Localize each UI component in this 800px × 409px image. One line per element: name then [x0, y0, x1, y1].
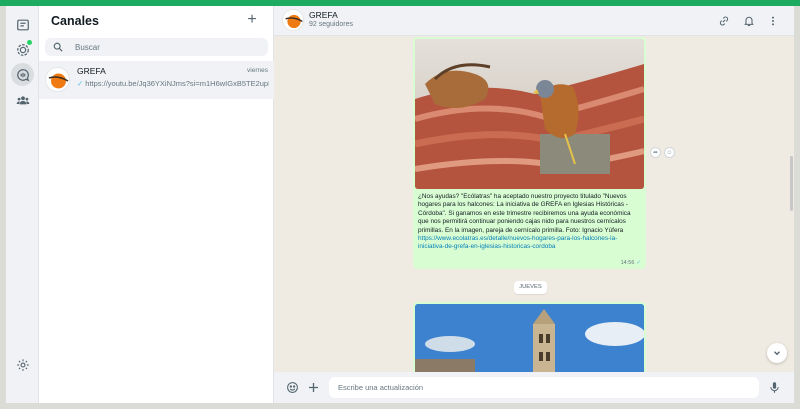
- compose-input[interactable]: [329, 377, 759, 398]
- channels-panel: Canales + GREFA viernes ✓https://youtu.b…: [39, 6, 274, 403]
- channel-post[interactable]: [413, 302, 646, 372]
- bell-icon[interactable]: [741, 13, 756, 28]
- plus-icon: +: [247, 11, 257, 28]
- status-icon[interactable]: [11, 38, 34, 61]
- post-image[interactable]: [415, 304, 644, 372]
- channel-preview: ✓ https://youtu.be/Jq36YXiNJms?si=m1H6wIG…: [77, 79, 269, 88]
- communities-icon[interactable]: [11, 88, 34, 111]
- search-box[interactable]: [45, 38, 268, 56]
- more-options-icon[interactable]: [765, 13, 780, 28]
- channel-avatar[interactable]: [282, 9, 304, 31]
- channel-post[interactable]: ¿Nos ayudas? "Ecólatras" ha aceptado nue…: [413, 37, 646, 269]
- message-actions: ➦ ☺: [650, 147, 675, 158]
- emoji-icon[interactable]: [284, 379, 300, 395]
- scrollbar[interactable]: [790, 156, 793, 211]
- check-icon: ✓: [77, 79, 84, 88]
- follower-count: 92 seguidores: [309, 21, 353, 28]
- conversation-pane: GREFA 92 seguidores ¿Nos ayudas? "Ecólat…: [274, 6, 794, 403]
- message-time: 14:56 ✓: [620, 260, 641, 266]
- channel-time: viernes: [247, 67, 268, 74]
- chevron-down-icon: [774, 351, 780, 356]
- composer-bar: [274, 372, 794, 403]
- scroll-down-button[interactable]: [767, 343, 787, 363]
- post-caption: ¿Nos ayudas? "Ecólatras" ha aceptado nue…: [418, 193, 631, 251]
- conversation-header[interactable]: GREFA 92 seguidores: [274, 6, 794, 36]
- search-input[interactable]: [75, 38, 255, 56]
- channel-name: GREFA: [77, 66, 106, 76]
- message-list[interactable]: ¿Nos ayudas? "Ecólatras" ha aceptado nue…: [274, 36, 794, 372]
- nav-rail: [6, 6, 39, 403]
- status-unread-dot: [27, 40, 32, 45]
- channel-title: GREFA: [309, 10, 338, 20]
- check-icon: ✓: [636, 260, 641, 266]
- microphone-icon[interactable]: [766, 379, 782, 395]
- post-image[interactable]: [415, 39, 644, 189]
- channel-avatar: [45, 67, 70, 92]
- attach-plus-icon[interactable]: [305, 379, 321, 395]
- day-separator: JUEVES: [514, 281, 547, 294]
- search-icon: [53, 42, 63, 52]
- channel-list-item[interactable]: GREFA viernes ✓ https://youtu.be/Jq36YXiN…: [39, 61, 274, 99]
- app-window: Canales + GREFA viernes ✓https://youtu.b…: [6, 6, 794, 403]
- link-icon[interactable]: [716, 13, 731, 28]
- add-channel-button[interactable]: +: [243, 11, 261, 29]
- panel-title: Canales: [51, 14, 99, 28]
- chats-icon[interactable]: [11, 13, 34, 36]
- channels-icon[interactable]: [11, 63, 34, 86]
- post-link[interactable]: https://www.ecolatras.es/detalle/nuevos-…: [418, 235, 617, 250]
- react-icon[interactable]: ☺: [664, 147, 675, 158]
- settings-icon[interactable]: [11, 353, 34, 376]
- forward-icon[interactable]: ➦: [650, 147, 661, 158]
